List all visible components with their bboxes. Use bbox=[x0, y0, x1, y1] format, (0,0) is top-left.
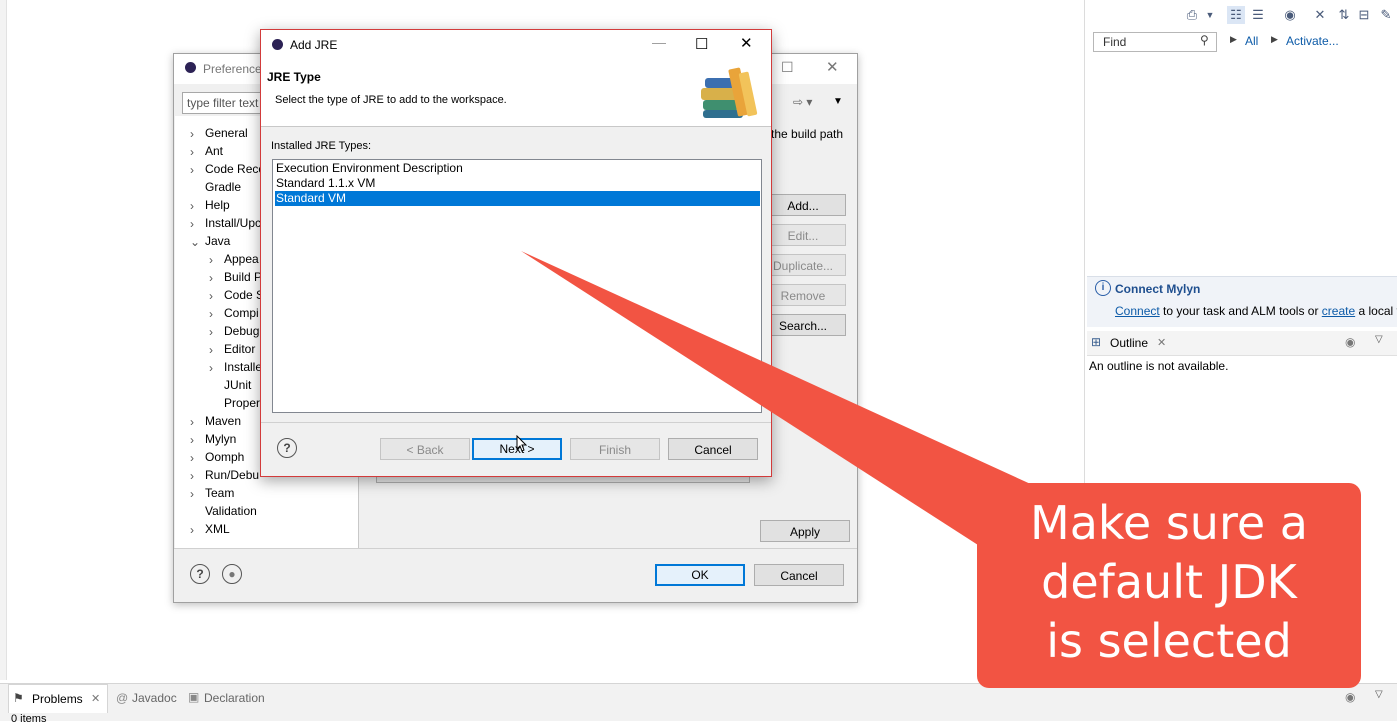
callout-line-2: default JDK bbox=[1041, 555, 1297, 609]
callout-line-1: Make sure a bbox=[1030, 496, 1308, 550]
callout-line-3: is selected bbox=[1046, 614, 1292, 668]
callout-text: Make sure a default JDK is selected bbox=[977, 494, 1361, 671]
